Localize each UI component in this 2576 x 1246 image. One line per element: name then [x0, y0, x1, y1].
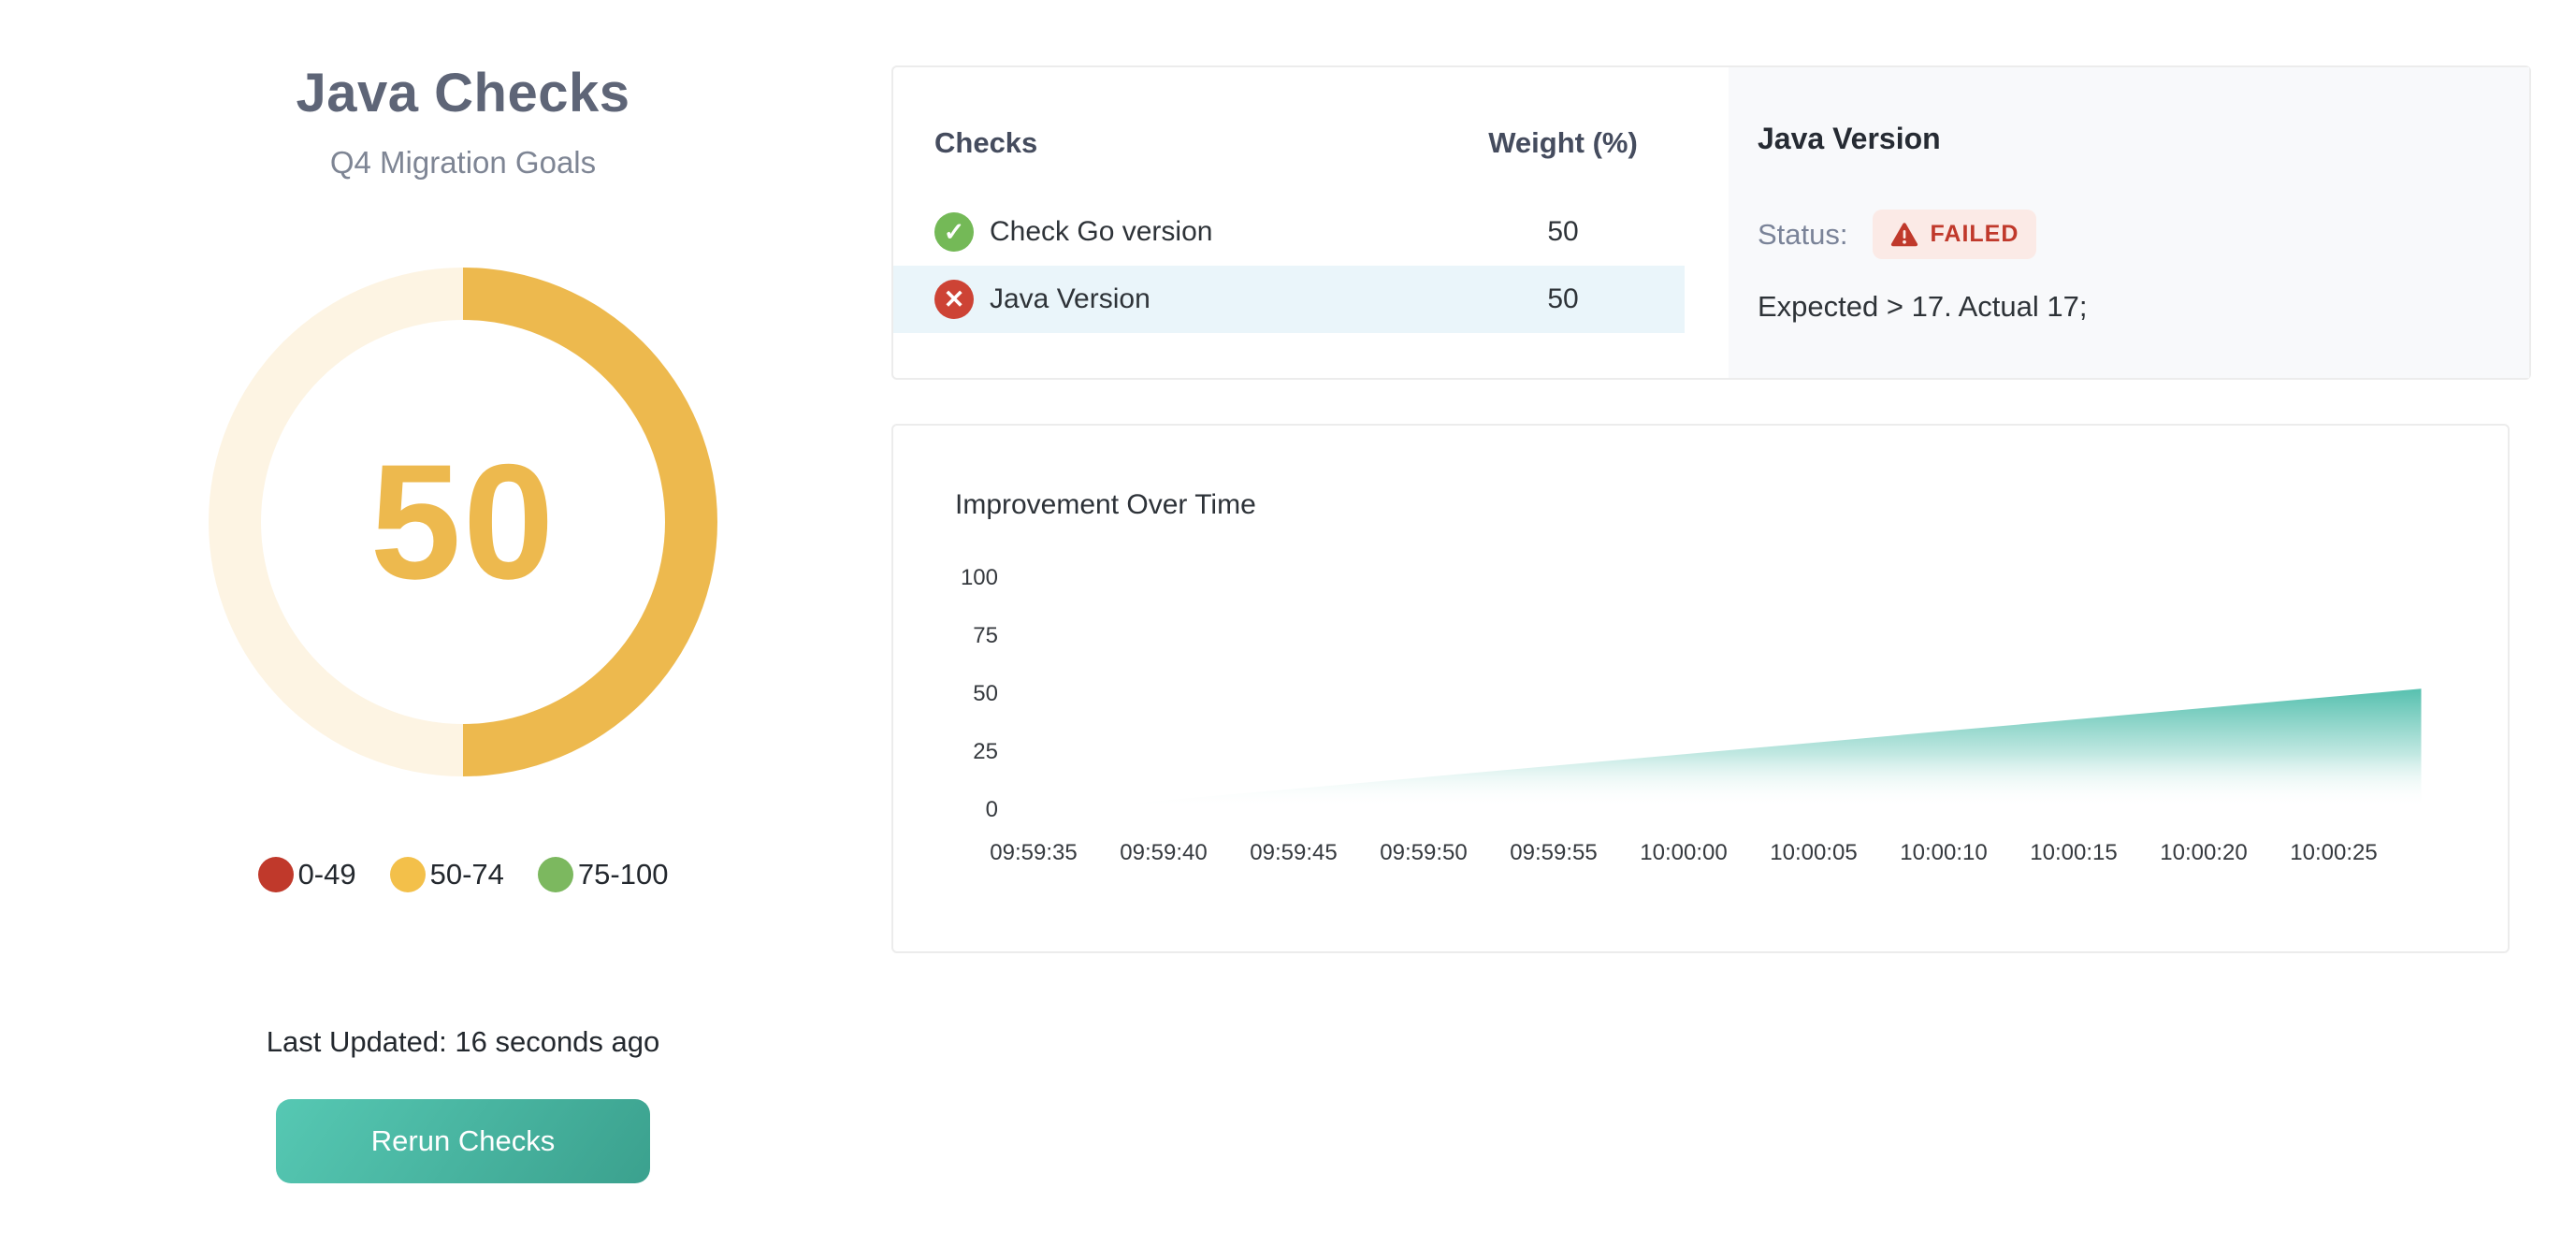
table-row-check-go-version[interactable]: ✓ Check Go version 50: [893, 198, 1685, 266]
last-updated-text: Last Updated: 16 seconds ago: [89, 1025, 837, 1059]
improvement-area-series: [1085, 688, 2421, 807]
legend-dot-yellow-icon: [390, 857, 426, 892]
score-gauge-hole: 50: [261, 320, 665, 724]
check-weight: 50: [1474, 216, 1652, 248]
status-label: Status:: [1758, 218, 1848, 252]
status-row: Status: FAILED: [1758, 210, 2036, 259]
check-name: Check Go version: [990, 216, 1474, 248]
legend-label: 50-74: [430, 858, 504, 891]
legend-item-mid: 50-74: [390, 857, 504, 892]
page-subtitle: Q4 Migration Goals: [89, 145, 837, 181]
checks-table-header: Checks Weight (%): [893, 126, 1685, 160]
failed-badge-text: FAILED: [1931, 221, 2019, 248]
check-name: Java Version: [990, 283, 1474, 315]
legend-label: 0-49: [298, 858, 356, 891]
legend-label: 75-100: [578, 858, 669, 891]
weight-column-header: Weight (%): [1474, 126, 1652, 160]
check-details-panel: Java Version Status: FAILED Expected > 1…: [1729, 67, 2529, 378]
legend-item-low: 0-49: [258, 857, 356, 892]
failed-status-badge: FAILED: [1873, 210, 2037, 259]
score-gauge-donut: 50: [209, 268, 717, 776]
rerun-checks-button[interactable]: Rerun Checks: [276, 1099, 650, 1183]
legend-dot-red-icon: [258, 857, 294, 892]
summary-panel: Java Checks Q4 Migration Goals 50 0-49 5…: [0, 0, 926, 1246]
checks-card: Checks Weight (%) ✓ Check Go version 50 …: [891, 65, 2531, 380]
improvement-area-chart: [893, 426, 2508, 951]
warning-triangle-icon: [1890, 222, 1918, 248]
page-title: Java Checks: [89, 62, 837, 124]
improvement-chart-card: Improvement Over Time 1007550250 09:59:3…: [891, 424, 2510, 953]
failed-check-icon: ✕: [934, 280, 974, 319]
check-weight: 50: [1474, 283, 1652, 315]
checks-table: Checks Weight (%) ✓ Check Go version 50 …: [893, 67, 1729, 378]
legend-item-high: 75-100: [538, 857, 669, 892]
passed-check-icon: ✓: [934, 212, 974, 252]
check-details-title: Java Version: [1758, 122, 1941, 156]
score-legend: 0-49 50-74 75-100: [89, 857, 837, 892]
legend-dot-green-icon: [538, 857, 573, 892]
check-failure-message: Expected > 17. Actual 17;: [1758, 290, 2087, 324]
score-value: 50: [370, 428, 557, 616]
table-row-java-version[interactable]: ✕ Java Version 50: [893, 266, 1685, 333]
checks-column-header: Checks: [934, 126, 1474, 160]
dashboard-root: Java Checks Q4 Migration Goals 50 0-49 5…: [0, 0, 2576, 1246]
